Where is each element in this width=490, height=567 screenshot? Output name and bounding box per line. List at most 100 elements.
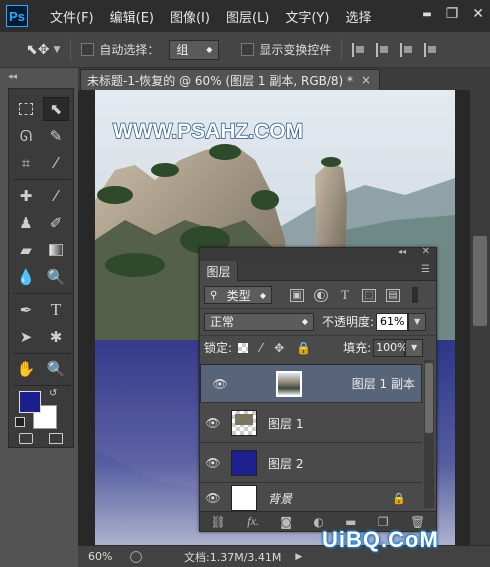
zoom-tool-icon[interactable]: 🔍: [43, 357, 69, 381]
link-layers-icon[interactable]: ⛓: [211, 515, 226, 529]
layers-panel-header[interactable]: ◂◂ ✕: [200, 246, 436, 261]
eyedropper-tool-icon[interactable]: ⁄: [43, 151, 69, 175]
close-tab-icon[interactable]: ×: [361, 73, 371, 87]
collapse-panel-icon[interactable]: ◂◂: [8, 72, 17, 82]
align-right-icon[interactable]: [400, 42, 414, 57]
foreground-color-swatch-top[interactable]: [19, 391, 41, 413]
blend-mode-dropdown[interactable]: 正常 ◆: [204, 312, 314, 331]
quick-selection-tool-icon[interactable]: ✎: [43, 124, 69, 148]
layer-name[interactable]: 图层 1: [268, 415, 303, 432]
dodge-tool-icon[interactable]: 🔍: [43, 265, 69, 289]
history-brush-icon[interactable]: ✐: [43, 211, 69, 235]
filter-type-icon[interactable]: T: [338, 288, 352, 302]
menu-type[interactable]: 文字(Y): [285, 7, 329, 26]
visibility-eye-icon[interactable]: 👁: [200, 456, 226, 470]
layer-row-background[interactable]: 👁 背景 🔒: [200, 484, 422, 512]
layer-thumbnail: [231, 485, 257, 511]
lock-position-icon[interactable]: ✥: [274, 341, 284, 355]
menu-select[interactable]: 选择: [345, 7, 371, 26]
blend-row: 正常 ◆ 不透明度: 61% ▼: [200, 308, 436, 334]
path-selection-icon[interactable]: ➤: [13, 325, 39, 349]
menu-image[interactable]: 图像(I): [170, 7, 210, 26]
divider: [13, 179, 71, 180]
visibility-eye-icon[interactable]: 👁: [200, 491, 226, 505]
photoshop-logo: Ps: [6, 5, 28, 27]
marquee-tool-icon[interactable]: [13, 97, 39, 121]
crop-tool-icon[interactable]: ⌗: [13, 151, 39, 175]
add-mask-icon[interactable]: ◙: [280, 515, 292, 529]
brush-tool-icon[interactable]: ⁄: [43, 184, 69, 208]
visibility-eye-icon[interactable]: 👁: [200, 416, 226, 430]
clone-stamp-icon[interactable]: ♟: [13, 211, 39, 235]
align-left-icon[interactable]: [352, 42, 366, 57]
default-colors-icon[interactable]: [15, 417, 25, 427]
panel-menu-icon[interactable]: ☰: [421, 264, 430, 275]
layers-scrollbar-thumb[interactable]: [425, 363, 433, 433]
status-arrow-icon[interactable]: ▶: [295, 552, 302, 562]
opacity-slider-icon[interactable]: ▼: [408, 312, 427, 331]
layers-panel: ◂◂ ✕ 图层 ☰ ⚲ 类型 ◆ ▣ ◐ T ⬚ ▤ 正常 ◆ 不透明度: 61…: [199, 246, 437, 532]
fill-input[interactable]: 100%: [373, 338, 408, 357]
screen-mode-icon[interactable]: [43, 429, 69, 447]
zoom-level[interactable]: 60%: [88, 550, 122, 563]
layer-row-layer1[interactable]: 👁 图层 1: [200, 404, 422, 443]
healing-brush-icon[interactable]: ✚: [13, 184, 39, 208]
layer-filter-row: ⚲ 类型 ◆ ▣ ◐ T ⬚ ▤: [200, 282, 436, 308]
filter-adjustment-icon[interactable]: ◐: [314, 288, 328, 302]
menu-layer[interactable]: 图层(L): [226, 7, 269, 26]
layer-thumbnail: [231, 410, 257, 436]
tools-panel: ⬉ ᘏ ✎ ⌗ ⁄ ✚ ⁄ ♟ ✐ ▰ 💧 🔍 ✒ T ➤ ✱ ✋ 🔍 ↺: [8, 88, 74, 448]
menu-edit[interactable]: 编辑(E): [110, 7, 154, 26]
blend-mode-value: 正常: [210, 315, 235, 329]
opacity-input[interactable]: 61%: [376, 312, 409, 331]
lasso-tool-icon[interactable]: ᘏ: [13, 124, 39, 148]
pen-tool-icon[interactable]: ✒: [13, 298, 39, 322]
move-tool-preset-icon[interactable]: ⬉✥: [26, 42, 49, 58]
document-info: 文档:1.37M/3.41M: [184, 550, 282, 564]
tab-layers[interactable]: 图层: [200, 261, 238, 281]
lock-label: 锁定:: [204, 341, 233, 355]
align-top-icon[interactable]: [424, 42, 438, 57]
visibility-eye-icon[interactable]: 👁: [207, 377, 233, 391]
menu-file[interactable]: 文件(F): [50, 7, 94, 26]
type-tool-icon[interactable]: T: [43, 298, 69, 322]
gradient-tool-icon[interactable]: [43, 238, 69, 262]
custom-shape-icon[interactable]: ✱: [43, 325, 69, 349]
layer-name[interactable]: 图层 1 副本: [352, 375, 415, 392]
status-menu-icon[interactable]: [130, 550, 142, 563]
minimize-icon[interactable]: ▬: [422, 9, 431, 22]
show-transform-checkbox[interactable]: [241, 43, 255, 56]
filter-shape-icon[interactable]: ⬚: [362, 288, 376, 302]
lock-pixels-icon[interactable]: ⁄: [260, 341, 262, 355]
filter-toggle[interactable]: [412, 287, 418, 303]
restore-icon[interactable]: ❐: [446, 6, 459, 22]
document-tab[interactable]: 未标题-1-恢复的 @ 60% (图层 1 副本, RGB/8) * ×: [80, 69, 380, 90]
eraser-tool-icon[interactable]: ▰: [13, 238, 39, 262]
layer-name[interactable]: 图层 2: [268, 455, 303, 472]
fill-slider-icon[interactable]: ▼: [405, 338, 424, 357]
vertical-scrollbar-thumb[interactable]: [473, 236, 487, 326]
auto-select-checkbox[interactable]: [81, 43, 95, 56]
layer-style-icon[interactable]: fx.: [247, 514, 259, 529]
filter-smart-object-icon[interactable]: ▤: [386, 288, 400, 302]
auto-select-dropdown[interactable]: 组 ◆: [169, 39, 220, 60]
collapse-icon[interactable]: ◂◂: [398, 247, 406, 256]
lock-all-icon[interactable]: 🔒: [296, 341, 311, 355]
filter-type-dropdown[interactable]: ⚲ 类型 ◆: [204, 286, 272, 304]
divider: [13, 385, 71, 386]
lock-transparent-icon[interactable]: [238, 342, 249, 353]
close-panel-icon[interactable]: ✕: [422, 246, 430, 257]
close-icon[interactable]: ✕: [472, 6, 484, 22]
chevron-down-icon[interactable]: ▼: [53, 45, 60, 55]
move-tool-icon[interactable]: ⬉: [43, 97, 69, 121]
swap-colors-icon[interactable]: ↺: [49, 388, 57, 399]
divider: [13, 293, 71, 294]
layer-name[interactable]: 背景: [268, 490, 292, 507]
layer-row-layer2[interactable]: 👁 图层 2: [200, 444, 422, 483]
hand-tool-icon[interactable]: ✋: [13, 357, 39, 381]
align-center-icon[interactable]: [376, 42, 390, 57]
filter-pixel-icon[interactable]: ▣: [290, 288, 304, 302]
blur-tool-icon[interactable]: 💧: [13, 265, 39, 289]
layer-row-layer1-copy[interactable]: 👁 图层 1 副本: [200, 364, 422, 403]
quick-mask-icon[interactable]: [13, 429, 39, 447]
